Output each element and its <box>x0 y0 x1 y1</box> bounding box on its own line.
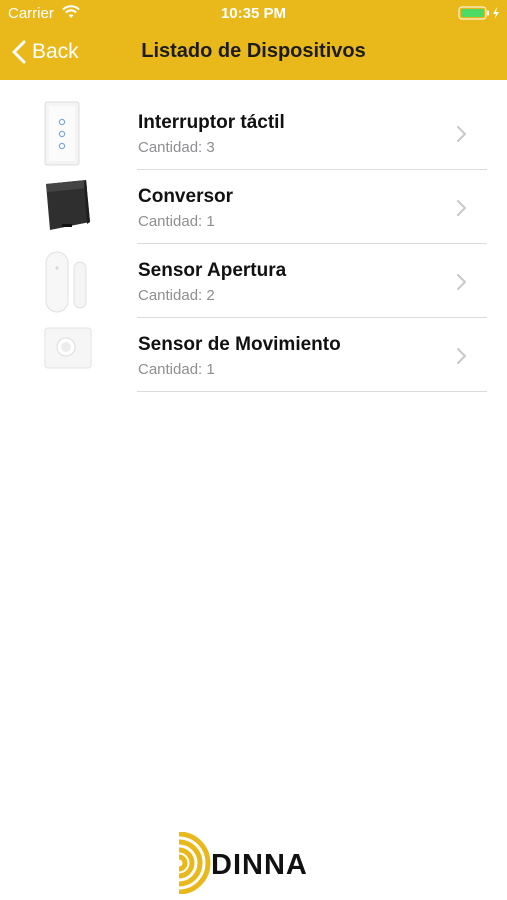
device-row-sensor-apertura[interactable]: Sensor Apertura Cantidad: 2 <box>0 244 507 318</box>
chevron-right-icon <box>457 348 466 364</box>
status-time: 10:35 PM <box>220 5 287 22</box>
device-quantity: Cantidad: 3 <box>138 139 215 156</box>
chevron-right-icon <box>457 126 466 142</box>
dinna-logo: DINNA <box>178 832 308 894</box>
status-bar: Carrier 10:35 PM <box>0 0 507 28</box>
chevron-right-icon <box>457 274 466 290</box>
page-title: Listado de Dispositivos <box>141 40 366 62</box>
device-row-interruptor[interactable]: Interruptor táctil Cantidad: 3 <box>0 96 507 170</box>
chevron-right-icon <box>457 200 466 216</box>
battery-icon <box>458 6 499 20</box>
device-name: Interruptor táctil <box>138 112 285 133</box>
navigation-header: Carrier 10:35 PM Back Listado de Disposi… <box>0 0 507 80</box>
device-quantity: Cantidad: 1 <box>138 361 215 378</box>
device-name: Sensor de Movimiento <box>138 334 341 355</box>
device-row-conversor[interactable]: Conversor Cantidad: 1 <box>0 170 507 244</box>
device-name: Conversor <box>138 186 234 207</box>
motion-sensor-icon <box>44 327 92 369</box>
device-row-sensor-movimiento[interactable]: Sensor de Movimiento Cantidad: 1 <box>0 318 507 392</box>
device-quantity: Cantidad: 2 <box>138 287 215 304</box>
logo-wordmark: DINNA <box>211 849 308 881</box>
touch-switch-icon <box>44 101 80 166</box>
converter-icon <box>46 180 90 230</box>
row-divider <box>137 391 487 392</box>
device-quantity: Cantidad: 1 <box>138 213 215 230</box>
device-name: Sensor Apertura <box>138 260 287 281</box>
charging-bolt-icon <box>493 7 499 19</box>
device-list: Interruptor táctil Cantidad: 3 Conversor… <box>0 96 507 392</box>
door-sensor-icon <box>45 251 87 313</box>
